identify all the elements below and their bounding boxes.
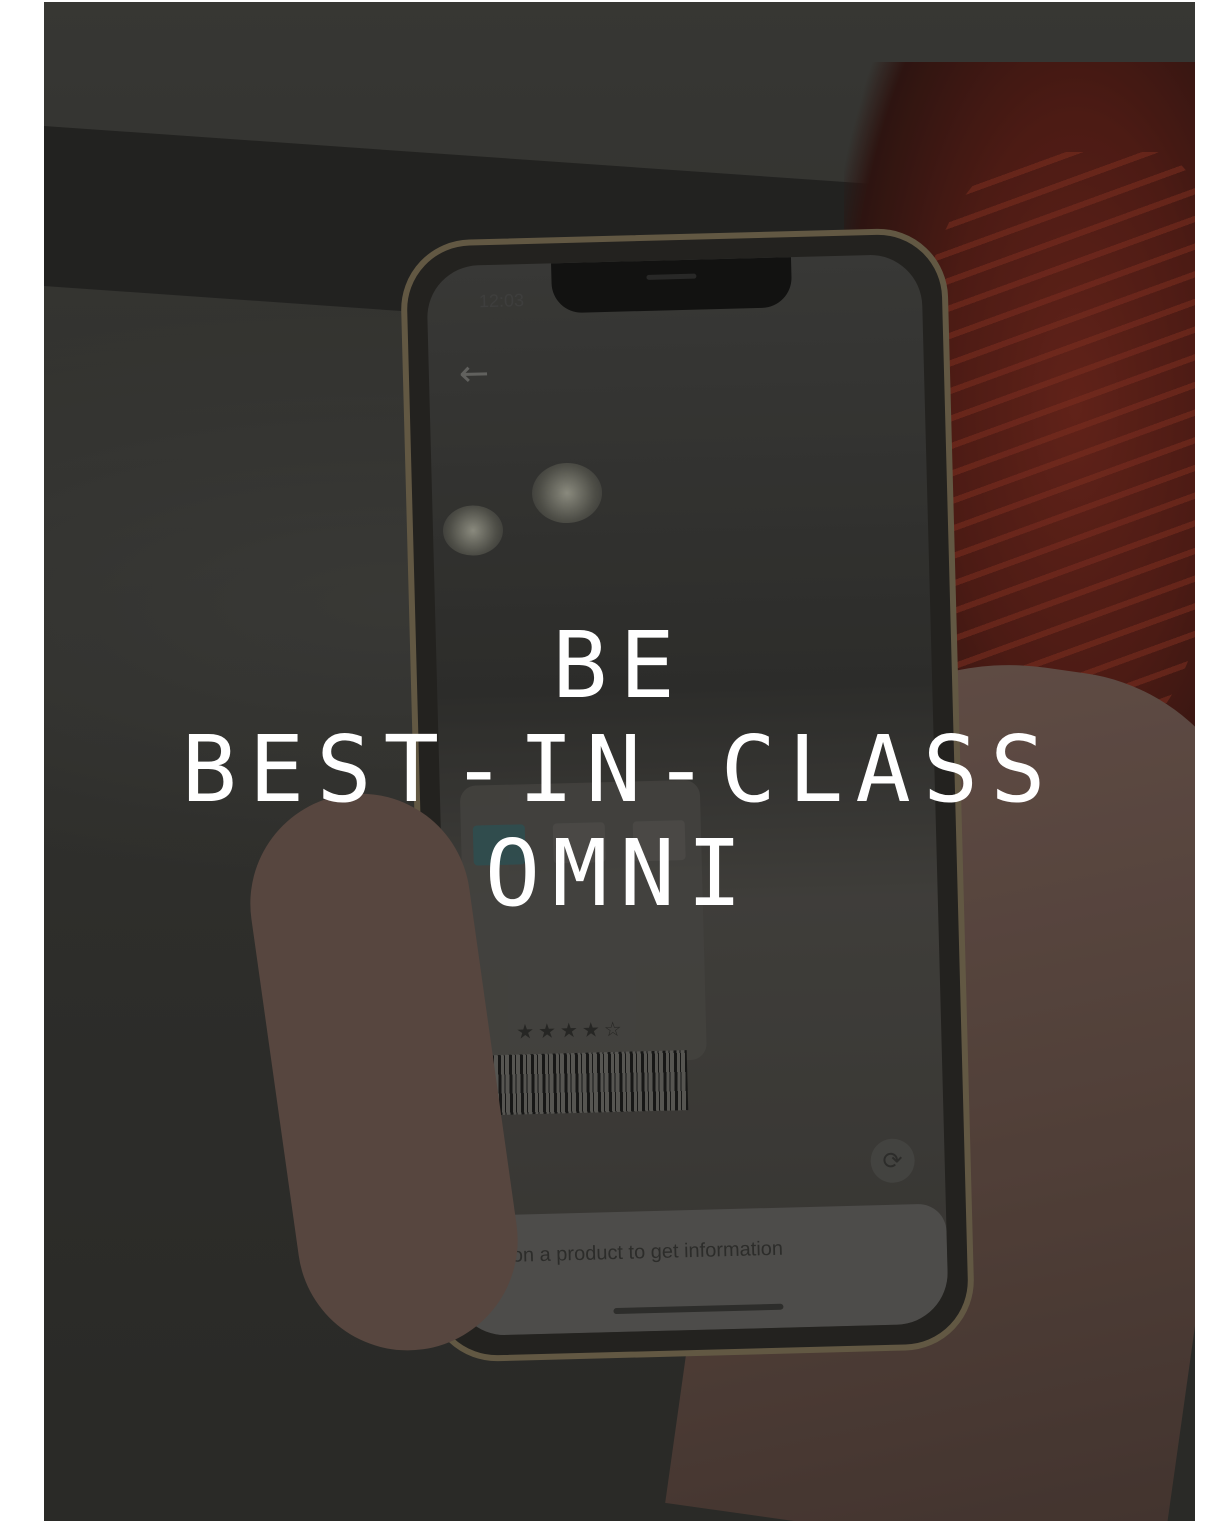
headline-line-3: OMNI [484, 820, 755, 927]
headline: BE BEST-IN-CLASS OMNI [44, 614, 1195, 926]
headline-line-2: BEST-IN-CLASS [181, 716, 1058, 823]
headline-line-1: BE [552, 612, 687, 719]
hero-image: 12:03 ← ★★★★☆ ⟳ Tap on a product to get … [44, 2, 1195, 1521]
